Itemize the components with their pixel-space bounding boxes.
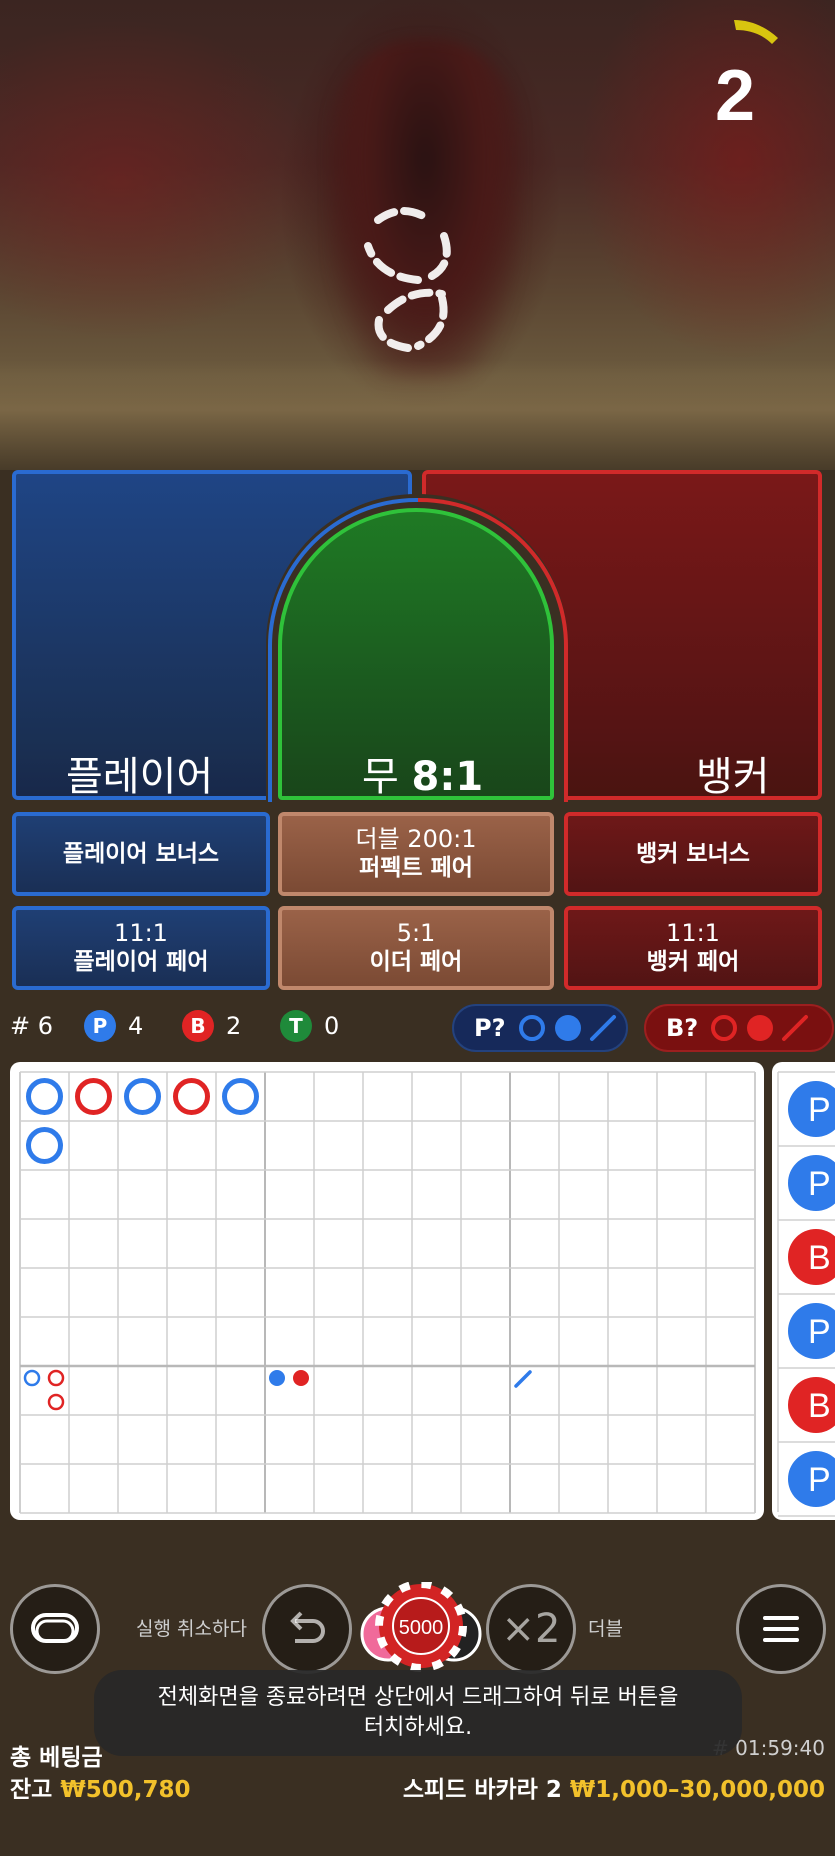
bead-letter: P (808, 1313, 831, 1351)
bead-letter: B (808, 1387, 831, 1425)
tie-spot-label: 무 8:1 (362, 744, 483, 802)
banker-wins-count: 2 (226, 1012, 242, 1040)
tie-badge-icon: T (280, 1010, 312, 1042)
small-road-mark (269, 1370, 285, 1386)
small-road-mark (293, 1370, 309, 1386)
chat-bubble-icon (31, 1613, 79, 1643)
cockroach-road-mark (514, 1370, 532, 1388)
bead-road-strip-grid: PPBPBP (777, 1071, 835, 1517)
bead-letter: P (808, 1091, 831, 1129)
toast-line-2: 터치하세요. (363, 1715, 473, 1740)
bead-letter: B (808, 1239, 831, 1277)
banker-result-ring (75, 1078, 112, 1115)
player-wins-count: 4 (128, 1012, 144, 1040)
table-info: 스피드 바카라 2 ₩1,000–30,000,000 (403, 1770, 825, 1804)
perfect-pair-bet[interactable]: 더블 200:1 퍼펙트 페어 (278, 812, 554, 896)
scoreboard-road[interactable] (10, 1062, 764, 1520)
menu-button[interactable] (736, 1584, 826, 1674)
player-bonus-label: 플레이어 보너스 (62, 840, 220, 867)
chat-button[interactable] (10, 1584, 100, 1674)
loading-spinner-icon (364, 207, 451, 352)
balance-value: ₩500,780 (60, 1777, 191, 1803)
toast-line-1: 전체화면을 종료하려면 상단에서 드래그하여 뒤로 버튼을 (157, 1685, 679, 1710)
player-spot-label: 플레이어 (66, 754, 214, 800)
player-result-ring (222, 1078, 259, 1115)
chip-value: 5000 (399, 1617, 444, 1639)
banker-bonus-label: 뱅커 보너스 (636, 840, 750, 867)
banker-badge-icon: B (182, 1010, 214, 1042)
double-button[interactable]: ×2 (486, 1584, 576, 1674)
player-wins-stat: P 4 (84, 1004, 143, 1048)
banker-prediction-label: B? (666, 1014, 699, 1042)
perfect-pair-label: 퍼펙트 페어 (359, 855, 473, 881)
tie-odds: 8:1 (411, 754, 484, 800)
big-eye-mark (47, 1393, 65, 1411)
double-label: 더블 (588, 1618, 623, 1640)
player-pair-bet[interactable]: 11:1 플레이어 페어 (12, 906, 270, 990)
tie-name: 무 (362, 754, 399, 800)
banker-bonus-bet[interactable]: 뱅커 보너스 (564, 812, 822, 896)
undo-label: 실행 취소하다 (136, 1618, 247, 1640)
either-pair-label: 이더 페어 (369, 949, 463, 975)
undo-arrow-icon (290, 1611, 325, 1643)
timer-arc-icon (734, 20, 778, 44)
bead-letter: P (808, 1461, 831, 1499)
game-name: 스피드 바카라 2 (402, 1777, 562, 1803)
total-bet-label: 총 베팅금 (10, 1745, 103, 1771)
tie-stat: T 0 (280, 1004, 339, 1048)
banker-result-ring (173, 1078, 210, 1115)
bet-limits: ₩1,000–30,000,000 (569, 1777, 825, 1803)
either-pair-bet[interactable]: 5:1 이더 페어 (278, 906, 554, 990)
bead-road-strip[interactable]: PPBPBP (772, 1062, 835, 1520)
stats-bar: # 6 P 4 B 2 T 0 P? B? (8, 1004, 835, 1052)
bead-letter: P (808, 1165, 831, 1203)
player-pair-odds: 11:1 (114, 919, 168, 947)
road-grid (19, 1071, 756, 1514)
banker-prediction-icons (711, 1015, 809, 1041)
banker-pair-odds: 11:1 (666, 919, 720, 947)
player-result-ring (26, 1078, 63, 1115)
player-prediction-label: P? (474, 1014, 506, 1042)
player-prediction-icons (518, 1015, 616, 1041)
big-eye-mark (23, 1369, 41, 1387)
either-pair-odds: 5:1 (396, 919, 436, 947)
banker-prediction-button[interactable]: B? (644, 1004, 834, 1052)
double-multiplier: ×2 (501, 1606, 561, 1652)
player-bonus-bet[interactable]: 플레이어 보너스 (12, 812, 270, 896)
player-result-ring (26, 1127, 63, 1164)
player-badge-icon: P (84, 1010, 116, 1042)
player-prediction-button[interactable]: P? (452, 1004, 628, 1052)
balance-row: 잔고 ₩500,780 (10, 1770, 190, 1804)
hamburger-menu-icon (763, 1616, 799, 1642)
banker-wins-stat: B 2 (182, 1004, 241, 1048)
banker-pair-label: 뱅커 페어 (646, 949, 740, 975)
big-eye-mark (47, 1369, 65, 1387)
player-result-ring (124, 1078, 161, 1115)
tie-count: 0 (324, 1012, 340, 1040)
chip-selector[interactable]: 5000 (360, 1582, 482, 1682)
player-pair-label: 플레이어 페어 (73, 949, 209, 975)
undo-button[interactable] (262, 1584, 352, 1674)
perfect-pair-odds: 더블 200:1 (355, 825, 477, 853)
table-edge (0, 360, 835, 470)
round-count: # 6 (10, 1012, 54, 1040)
banker-pair-bet[interactable]: 11:1 뱅커 페어 (564, 906, 822, 990)
banker-spot-label: 뱅커 (696, 754, 770, 800)
balance-label: 잔고 (10, 1777, 53, 1803)
countdown-timer: 2 (714, 56, 756, 136)
fullscreen-toast: 전체화면을 종료하려면 상단에서 드래그하여 뒤로 버튼을 터치하세요. (94, 1670, 742, 1756)
